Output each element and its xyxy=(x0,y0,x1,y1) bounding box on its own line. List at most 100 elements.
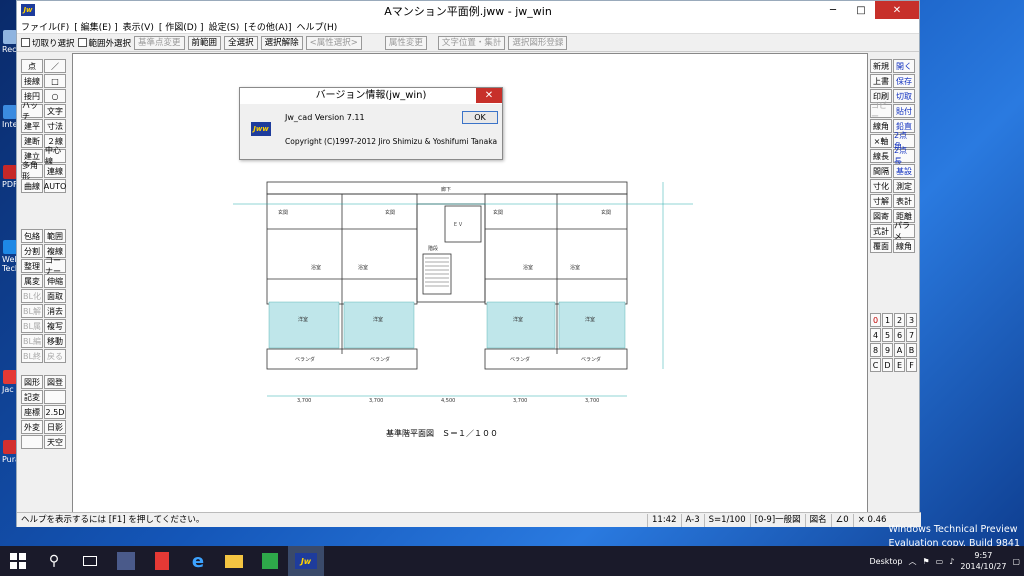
palB-tool-17[interactable]: 戻る xyxy=(44,349,66,363)
palR-tool-5[interactable]: 切取 xyxy=(893,89,915,103)
palA-tool-5[interactable]: ○ xyxy=(44,89,66,103)
desktop-label[interactable]: Desktop xyxy=(869,557,902,566)
palA-tool-0[interactable]: 点 xyxy=(21,59,43,73)
palB-tool-1[interactable]: 範囲 xyxy=(44,229,66,243)
palL-tool-0[interactable]: 0 xyxy=(870,313,881,327)
status-scale[interactable]: S=1/100 xyxy=(703,513,750,527)
network-icon[interactable]: ▭ xyxy=(936,557,944,566)
palB-tool-6[interactable]: 属変 xyxy=(21,274,43,288)
palB-tool-14[interactable]: BL編 xyxy=(21,334,43,348)
palA-tool-13[interactable]: 中心線 xyxy=(44,146,66,166)
palA-tool-7[interactable]: 文字 xyxy=(44,104,66,118)
palR-tool-25[interactable]: 線角 xyxy=(893,239,915,253)
palB-tool-0[interactable]: 包絡 xyxy=(21,229,43,243)
palR-tool-15[interactable]: 基設 xyxy=(893,164,915,178)
taskbar-explorer[interactable] xyxy=(216,546,252,576)
menu-file[interactable]: ファイル(F) xyxy=(21,20,69,33)
select-all-button[interactable]: 全選択 xyxy=(224,35,258,50)
palC-tool-4[interactable]: 座標 xyxy=(21,405,43,419)
palR-tool-2[interactable]: 上書 xyxy=(870,74,892,88)
attribute-change-button[interactable]: 属性変更 xyxy=(384,35,427,50)
palR-tool-18[interactable]: 寸解 xyxy=(870,194,892,208)
palA-tool-14[interactable]: 多角形 xyxy=(21,161,43,181)
palB-tool-12[interactable]: BL属 xyxy=(21,319,43,333)
palB-tool-13[interactable]: 複写 xyxy=(44,319,66,333)
palR-tool-10[interactable]: ×軸 xyxy=(870,134,892,148)
palC-tool-3[interactable] xyxy=(44,390,66,404)
menu-settings[interactable]: 設定(S) xyxy=(209,20,240,33)
palL-tool-10[interactable]: A xyxy=(894,343,905,357)
status-layer[interactable]: [0-9]一般図 xyxy=(749,513,805,527)
task-view-button[interactable] xyxy=(72,546,108,576)
palL-tool-15[interactable]: F xyxy=(906,358,917,372)
palR-tool-24[interactable]: 覆面 xyxy=(870,239,892,253)
taskbar-ie[interactable]: e xyxy=(180,546,216,576)
palL-tool-4[interactable]: 4 xyxy=(870,328,881,342)
status-zoom[interactable]: × 0.46 xyxy=(852,513,891,527)
text-position-button[interactable]: 文字位置・集計 xyxy=(437,35,506,50)
palB-tool-9[interactable]: 面取 xyxy=(44,289,66,303)
palA-tool-1[interactable]: ／ xyxy=(44,59,66,73)
palB-tool-5[interactable]: コーナー xyxy=(44,256,66,276)
palA-tool-6[interactable]: ハッチ xyxy=(21,101,43,121)
palA-tool-15[interactable]: 連線 xyxy=(44,164,66,178)
palL-tool-9[interactable]: 9 xyxy=(882,343,893,357)
palL-tool-6[interactable]: 6 xyxy=(894,328,905,342)
ok-button[interactable]: OK xyxy=(462,111,498,124)
palR-tool-8[interactable]: 線角 xyxy=(870,119,892,133)
palR-tool-16[interactable]: 寸化 xyxy=(870,179,892,193)
palR-tool-14[interactable]: 間隔 xyxy=(870,164,892,178)
palR-tool-3[interactable]: 保存 xyxy=(893,74,915,88)
palB-tool-15[interactable]: 移動 xyxy=(44,334,66,348)
menu-draw[interactable]: [ 作図(D) ] xyxy=(159,20,204,33)
close-button[interactable]: ✕ xyxy=(875,1,919,19)
palB-tool-16[interactable]: BL終 xyxy=(21,349,43,363)
palB-tool-8[interactable]: BL化 xyxy=(21,289,43,303)
palR-tool-1[interactable]: 開く xyxy=(893,59,915,73)
chevron-up-icon[interactable]: ︿ xyxy=(908,556,916,567)
register-figure-button[interactable]: 選択図形登録 xyxy=(508,35,568,50)
maximize-button[interactable]: □ xyxy=(847,1,875,19)
menu-view[interactable]: 表示(V) xyxy=(123,20,154,33)
status-paper[interactable]: A-3 xyxy=(680,513,704,527)
palL-tool-12[interactable]: C xyxy=(870,358,881,372)
menu-edit[interactable]: [ 編集(E) ] xyxy=(74,20,117,33)
palA-tool-3[interactable]: □ xyxy=(44,74,66,88)
palR-tool-17[interactable]: 測定 xyxy=(893,179,915,193)
taskbar-store[interactable] xyxy=(252,546,288,576)
outside-select-checkbox[interactable]: 範囲外選択 xyxy=(77,37,131,49)
status-group[interactable]: 図名 xyxy=(804,513,831,527)
palL-tool-1[interactable]: 1 xyxy=(882,313,893,327)
palC-tool-8[interactable] xyxy=(21,435,43,449)
palR-tool-19[interactable]: 表計 xyxy=(893,194,915,208)
palR-tool-13[interactable]: 2点長 xyxy=(893,146,915,166)
palC-tool-0[interactable]: 図形 xyxy=(21,375,43,389)
taskbar-app-1[interactable] xyxy=(108,546,144,576)
taskbar-app-2[interactable] xyxy=(144,546,180,576)
palR-tool-20[interactable]: 図寄 xyxy=(870,209,892,223)
minimize-button[interactable]: ─ xyxy=(819,1,847,19)
dialog-close-button[interactable]: ✕ xyxy=(476,88,502,103)
palA-tool-16[interactable]: 曲線 xyxy=(21,179,43,193)
menu-help[interactable]: ヘルプ(H) xyxy=(297,20,338,33)
palA-tool-8[interactable]: 建平 xyxy=(21,119,43,133)
palC-tool-1[interactable]: 図登 xyxy=(44,375,66,389)
palB-tool-4[interactable]: 整理 xyxy=(21,259,43,273)
start-button[interactable] xyxy=(0,546,36,576)
palC-tool-6[interactable]: 外変 xyxy=(21,420,43,434)
notification-icon[interactable]: ▢ xyxy=(1012,557,1020,566)
palR-tool-6[interactable]: コピー xyxy=(870,101,892,121)
palL-tool-5[interactable]: 5 xyxy=(882,328,893,342)
palC-tool-7[interactable]: 日影 xyxy=(44,420,66,434)
palA-tool-17[interactable]: AUTO xyxy=(44,179,66,193)
base-point-change-button[interactable]: 基準点変更 xyxy=(134,35,185,50)
palL-tool-3[interactable]: 3 xyxy=(906,313,917,327)
palA-tool-10[interactable]: 建断 xyxy=(21,134,43,148)
search-button[interactable]: ⚲ xyxy=(36,546,72,576)
palL-tool-13[interactable]: D xyxy=(882,358,893,372)
palB-tool-11[interactable]: 消去 xyxy=(44,304,66,318)
palC-tool-5[interactable]: 2.5D xyxy=(44,405,66,419)
palB-tool-10[interactable]: BL解 xyxy=(21,304,43,318)
palB-tool-2[interactable]: 分割 xyxy=(21,244,43,258)
palR-tool-23[interactable]: パラメ xyxy=(893,221,915,241)
